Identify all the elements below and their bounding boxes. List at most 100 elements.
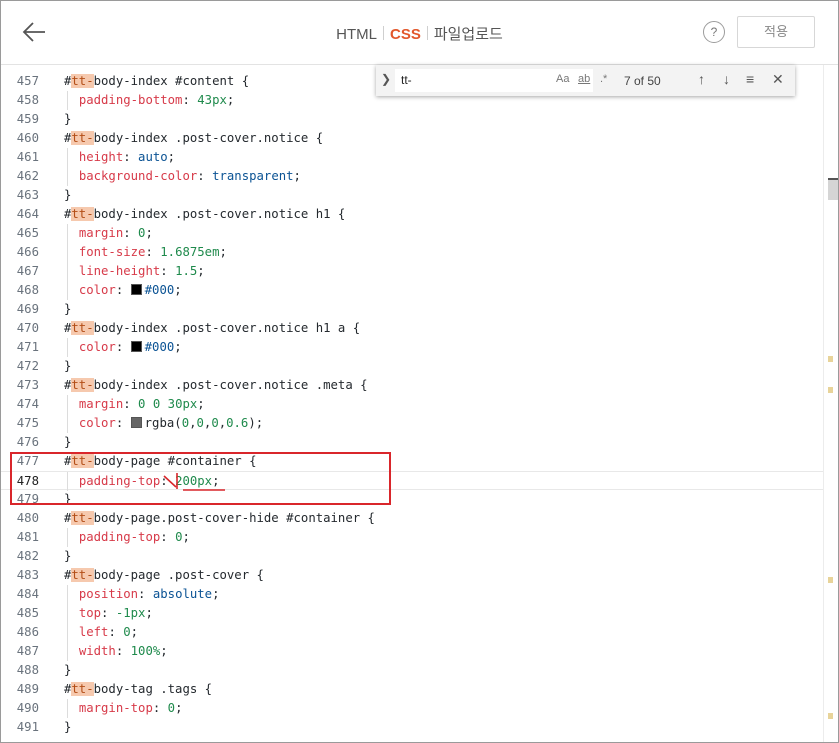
color-swatch[interactable] [130, 417, 142, 428]
line-number: 484 [16, 587, 39, 601]
code-text: } [64, 720, 72, 734]
arrow-down-icon[interactable]: ↓ [723, 71, 730, 87]
code-text: margin-top: 0; [78, 701, 183, 715]
line-number: 486 [16, 625, 39, 639]
code-line: 491} [1, 718, 823, 737]
line-number: 471 [16, 340, 39, 354]
scrollbar-match-marker [828, 713, 833, 719]
help-icon[interactable]: ? [703, 21, 725, 43]
line-number: 485 [16, 606, 39, 620]
line-number: 483 [16, 568, 39, 582]
code-line: 469} [1, 300, 823, 319]
match-case-icon[interactable]: Aa [556, 73, 569, 85]
editor-window: HTML CSS 파일업로드 ? 적용 457 #tt-body-index #con… [0, 0, 839, 743]
code-line: 460 #tt-body-index .post-cover.notice { [1, 129, 823, 148]
color-swatch[interactable] [130, 341, 142, 352]
code-line: 467 line-height: 1.5; [1, 262, 823, 281]
code-lines: 457 #tt-body-index #content {458 padding-… [1, 65, 823, 737]
find-in-selection-icon[interactable]: ≡ [746, 71, 754, 87]
code-text: } [64, 112, 72, 126]
line-number: 469 [16, 302, 39, 316]
color-swatch[interactable] [130, 284, 142, 295]
close-icon[interactable]: ✕ [772, 71, 784, 88]
code-line: 474 margin: 0 0 30px; [1, 395, 823, 414]
tab-html[interactable]: HTML [330, 26, 383, 43]
code-line: 489 #tt-body-tag .tags { [1, 680, 823, 699]
code-text: padding-bottom: 43px; [78, 93, 235, 107]
line-number: 474 [16, 397, 39, 411]
line-number: 460 [16, 131, 39, 145]
code-text: left: 0; [78, 625, 139, 639]
code-text: #tt-body-tag .tags { [64, 682, 213, 696]
code-text: line-height: 1.5; [78, 264, 205, 278]
regex-icon[interactable]: .* [600, 73, 607, 85]
header-bar: HTML CSS 파일업로드 ? 적용 [1, 1, 838, 65]
code-text: } [64, 302, 72, 316]
line-number: 475 [16, 416, 39, 430]
line-number: 459 [16, 112, 39, 126]
match-count: 7 of 50 [624, 74, 661, 88]
tab-file-upload[interactable]: 파일업로드 [428, 23, 509, 44]
code-text: #tt-body-index .post-cover.notice h1 a { [64, 321, 361, 335]
line-number: 472 [16, 359, 39, 373]
code-text: #tt-body-page .post-cover { [64, 568, 264, 582]
code-line: 466 font-size: 1.6875em; [1, 243, 823, 262]
code-line: 468 color: #000; [1, 281, 823, 300]
line-number: 487 [16, 644, 39, 658]
code-text: top: -1px; [78, 606, 153, 620]
code-text: } [64, 663, 72, 677]
code-text: color: rgba(0,0,0,0.6); [78, 416, 264, 430]
code-line: 482} [1, 547, 823, 566]
code-line: 486 left: 0; [1, 623, 823, 642]
line-number: 490 [16, 701, 39, 715]
code-text: margin: 0 0 30px; [78, 397, 205, 411]
chevron-right-icon[interactable]: ❯ [381, 72, 391, 86]
code-line: 485 top: -1px; [1, 604, 823, 623]
whole-word-icon[interactable]: ab [578, 73, 590, 85]
code-text: #tt-body-index .post-cover.notice h1 { [64, 207, 346, 221]
code-line: 471 color: #000; [1, 338, 823, 357]
line-number: 480 [16, 511, 39, 525]
apply-button[interactable]: 적용 [737, 16, 815, 48]
code-text: padding-top: 0; [78, 530, 190, 544]
code-text: background-color: transparent; [78, 169, 301, 183]
line-number: 481 [16, 530, 39, 544]
arrow-up-icon[interactable]: ↑ [698, 71, 705, 87]
code-line: 465 margin: 0; [1, 224, 823, 243]
line-number: 489 [16, 682, 39, 696]
code-text: #tt-body-index #content { [64, 74, 250, 88]
code-text: } [64, 359, 72, 373]
code-line: 484 position: absolute; [1, 585, 823, 604]
code-text: #tt-body-index .post-cover.notice { [64, 131, 324, 145]
code-line: 463} [1, 186, 823, 205]
code-editor[interactable]: 457 #tt-body-index #content {458 padding-… [1, 65, 838, 742]
find-widget: ❯ tt- Aa ab .* 7 of 50 ↑ ↓ ≡ ✕ [376, 65, 795, 96]
code-line: 473 #tt-body-index .post-cover.notice .me… [1, 376, 823, 395]
code-text: } [64, 188, 72, 202]
code-line: 470 #tt-body-index .post-cover.notice h1 … [1, 319, 823, 338]
line-number: 467 [16, 264, 39, 278]
code-text: #tt-body-index .post-cover.notice .meta … [64, 378, 368, 392]
code-line: 472} [1, 357, 823, 376]
code-text: font-size: 1.6875em; [78, 245, 227, 259]
line-number: 463 [16, 188, 39, 202]
line-number: 482 [16, 549, 39, 563]
code-line: 476} [1, 433, 823, 452]
annotation-box [10, 452, 391, 505]
code-line: 462 background-color: transparent; [1, 167, 823, 186]
line-number: 462 [16, 169, 39, 183]
vertical-scrollbar[interactable] [823, 65, 838, 742]
code-text: width: 100%; [78, 644, 168, 658]
code-line: 459} [1, 110, 823, 129]
line-number: 461 [16, 150, 39, 164]
code-text: height: auto; [78, 150, 176, 164]
line-number: 473 [16, 378, 39, 392]
tab-css[interactable]: CSS [384, 26, 427, 43]
line-number: 466 [16, 245, 39, 259]
line-number: 468 [16, 283, 39, 297]
scrollbar-thumb[interactable] [828, 178, 838, 200]
line-number: 488 [16, 663, 39, 677]
code-text: color: #000; [78, 340, 182, 354]
code-text: } [64, 549, 72, 563]
code-line: 488} [1, 661, 823, 680]
